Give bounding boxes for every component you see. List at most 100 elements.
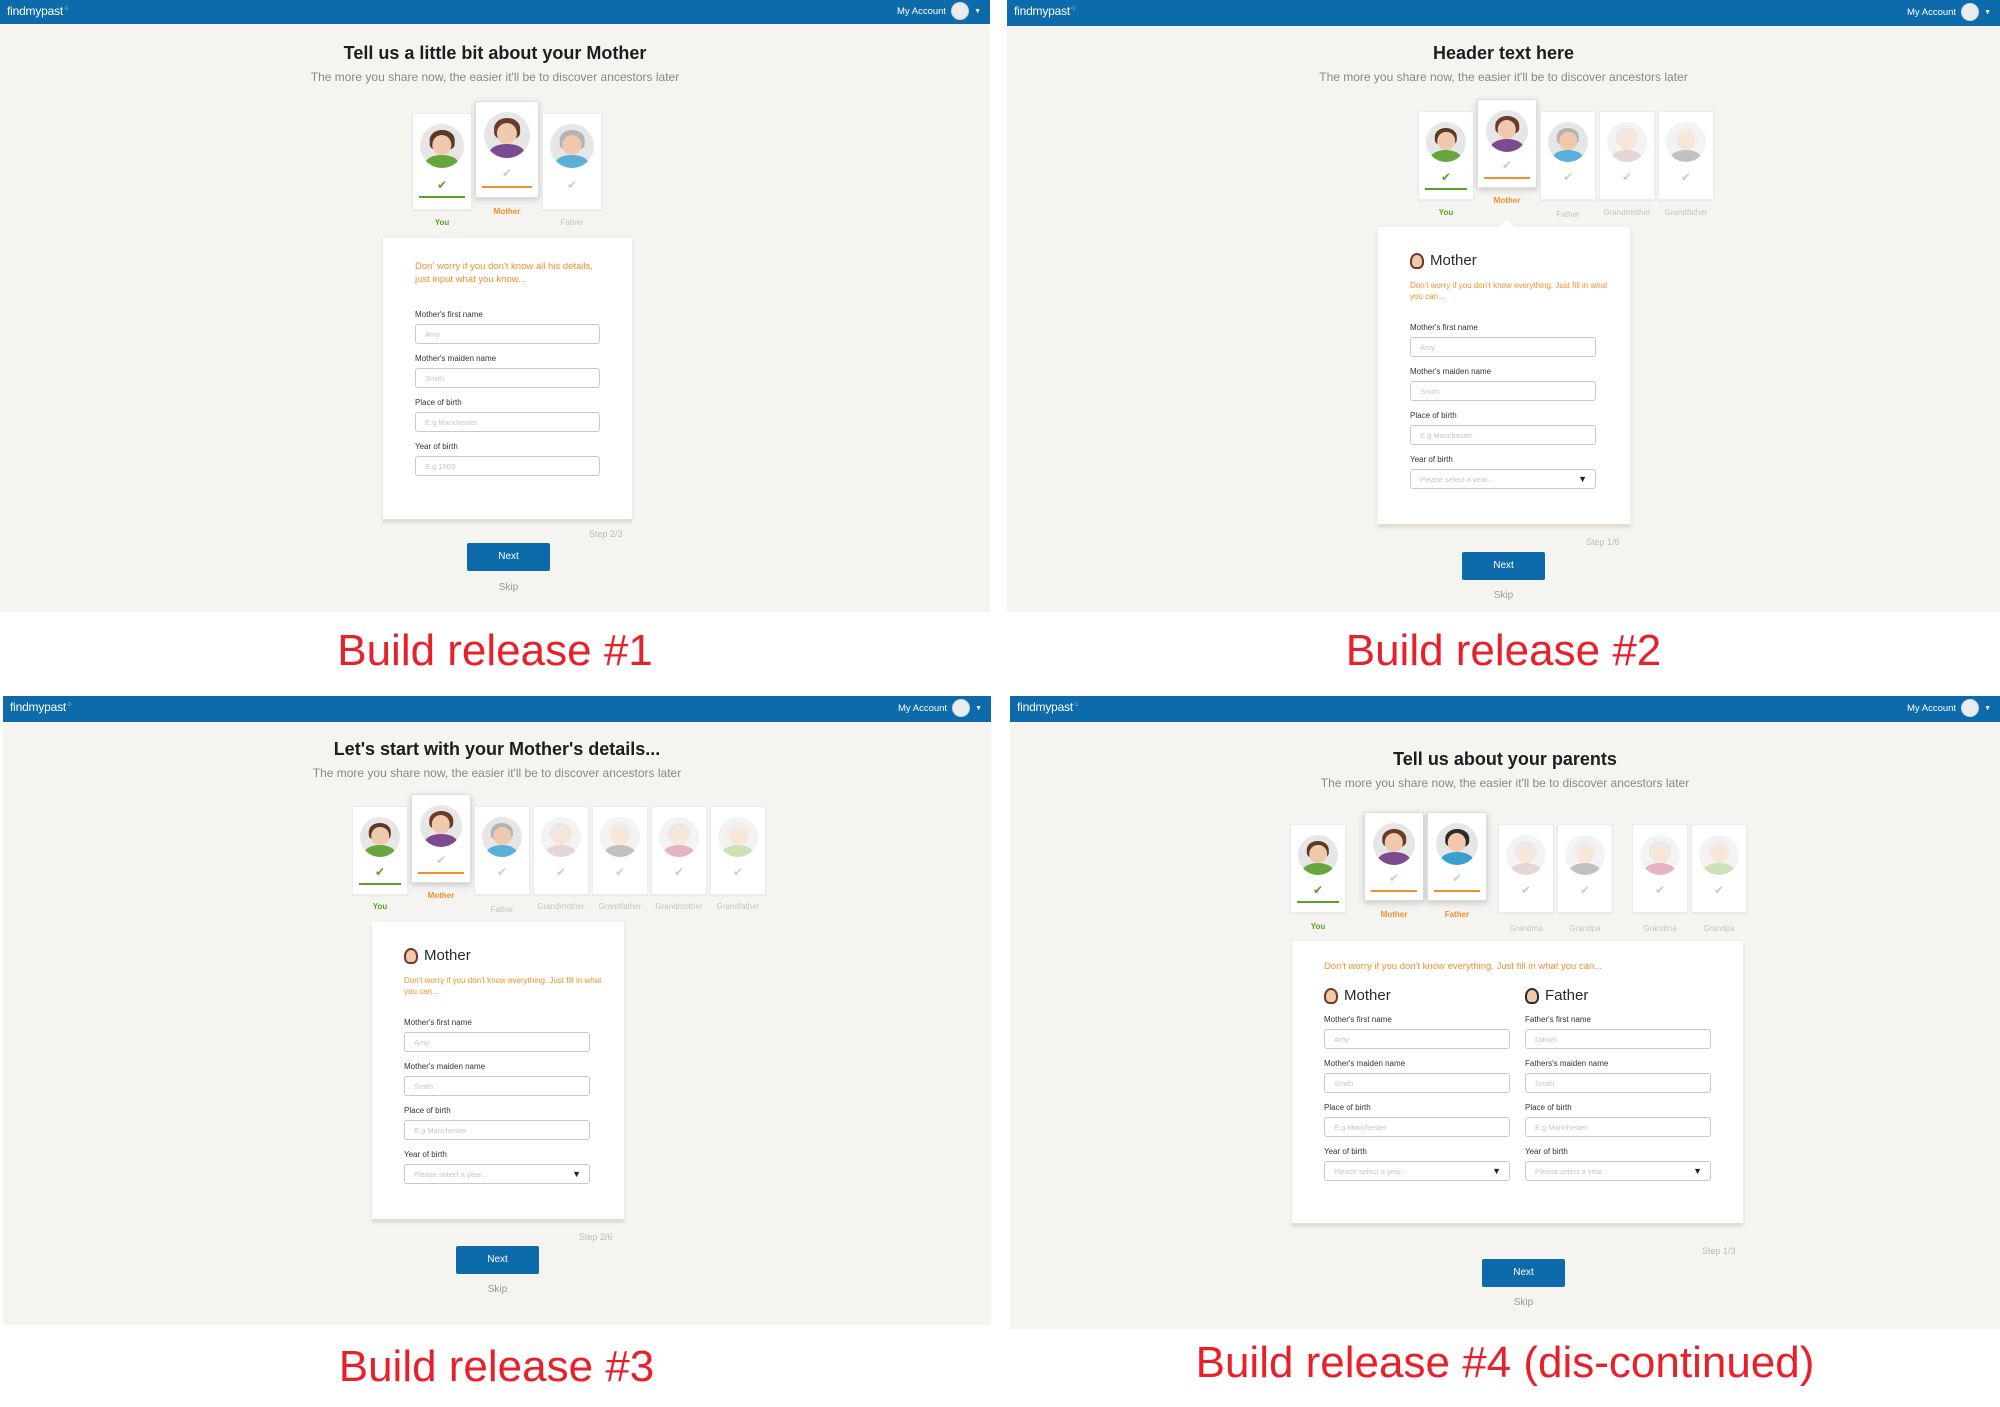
member-label-you: You bbox=[372, 902, 388, 911]
mother-first-name-input[interactable]: Amy bbox=[1410, 337, 1596, 357]
field-label: Mother's first name bbox=[415, 310, 483, 319]
family-card-you[interactable]: ✔ bbox=[1290, 824, 1346, 913]
page-subtitle: The more you share now, the easier it'll… bbox=[312, 766, 682, 780]
next-button[interactable]: Next bbox=[456, 1246, 539, 1274]
family-card-grandpa[interactable]: ✔ bbox=[1557, 824, 1613, 913]
check-icon: ✔ bbox=[673, 865, 685, 879]
mother-avatar-icon bbox=[484, 112, 530, 158]
mother-maiden-name-input[interactable]: Smith bbox=[415, 368, 600, 388]
father-place-of-birth-input[interactable]: E.g Manchester bbox=[1525, 1117, 1711, 1137]
page-subtitle: The more you share now, the easier it'll… bbox=[310, 70, 680, 84]
check-icon: ✔ bbox=[614, 865, 626, 879]
year-of-birth-select[interactable]: Please select a year... ▼ bbox=[1410, 469, 1596, 489]
next-button[interactable]: Next bbox=[467, 543, 550, 571]
dropdown-arrow-icon: ▼ bbox=[572, 1169, 581, 1179]
mother-first-name-input[interactable]: Amy bbox=[1324, 1029, 1510, 1049]
father-year-of-birth-select[interactable]: Please select a year... ▼ bbox=[1525, 1161, 1711, 1181]
family-card-father[interactable]: ✔ bbox=[1427, 812, 1487, 901]
mother-form-heading: Mother bbox=[1324, 987, 1391, 1004]
family-card-grandmother[interactable]: ✔ bbox=[1599, 111, 1655, 200]
grandmother-avatar-icon bbox=[1607, 122, 1647, 162]
avatar-icon bbox=[952, 699, 971, 717]
family-card-father[interactable]: ✔ bbox=[1540, 111, 1596, 200]
next-button[interactable]: Next bbox=[1462, 552, 1545, 580]
father-avatar-icon bbox=[1548, 122, 1588, 162]
family-card-father[interactable]: ✔ bbox=[542, 113, 602, 210]
family-card-grandmother[interactable]: ✔ bbox=[533, 806, 589, 895]
my-account-menu[interactable]: My Account ▼ bbox=[1907, 3, 1991, 21]
skip-link[interactable]: Skip bbox=[1482, 1297, 1565, 1308]
skip-link[interactable]: Skip bbox=[1462, 590, 1545, 601]
family-card-grandmother-2[interactable]: ✔ bbox=[651, 806, 707, 895]
findmypast-logo[interactable]: findmypast⁘ bbox=[1017, 700, 1080, 714]
mother-icon bbox=[404, 947, 418, 964]
findmypast-logo[interactable]: findmypast⁘ bbox=[1014, 4, 1077, 18]
mother-maiden-name-input[interactable]: Smith bbox=[1410, 381, 1596, 401]
field-label: Place of birth bbox=[1525, 1103, 1572, 1112]
member-label-grandma-2: Grandma bbox=[1643, 924, 1677, 933]
chevron-down-icon: ▼ bbox=[1984, 8, 1991, 16]
check-icon: ✔ bbox=[1312, 883, 1324, 897]
family-card-you[interactable]: ✔ bbox=[352, 806, 408, 895]
build-release-3-screen: findmypast⁘ My Account ▼ Let's start with… bbox=[3, 696, 991, 1325]
family-card-grandfather[interactable]: ✔ bbox=[592, 806, 648, 895]
step-indicator: Step 2/6 bbox=[579, 1232, 613, 1242]
dropdown-arrow-icon: ▼ bbox=[1693, 1166, 1702, 1176]
next-button[interactable]: Next bbox=[1482, 1259, 1565, 1287]
family-card-mother[interactable]: ✔ bbox=[1364, 812, 1424, 901]
member-label-grandfather-2: Grandfather bbox=[716, 902, 760, 911]
mother-first-name-input[interactable]: Amy bbox=[404, 1032, 590, 1052]
page-title: Header text here bbox=[1432, 43, 1575, 63]
family-card-grandpa-2[interactable]: ✔ bbox=[1691, 824, 1747, 913]
mother-icon bbox=[1410, 252, 1424, 269]
family-card-mother[interactable]: ✔ bbox=[475, 101, 539, 198]
family-card-grandfather[interactable]: ✔ bbox=[1658, 111, 1714, 200]
caption-build-release-4: Build release #4 (dis-continued) bbox=[1195, 1338, 1815, 1387]
mother-maiden-name-input[interactable]: Smith bbox=[1324, 1073, 1510, 1093]
page-title: Let's start with your Mother's details..… bbox=[333, 739, 661, 759]
family-card-mother[interactable]: ✔ bbox=[411, 794, 471, 883]
findmypast-logo[interactable]: findmypast⁘ bbox=[10, 700, 73, 714]
family-card-grandma[interactable]: ✔ bbox=[1498, 824, 1554, 913]
family-card-you[interactable]: ✔ bbox=[1418, 111, 1474, 200]
family-card-you[interactable]: ✔ bbox=[412, 113, 472, 210]
grandma-avatar-icon bbox=[1506, 835, 1546, 875]
caption-build-release-3: Build release #3 bbox=[338, 1342, 655, 1391]
mother-details-form: Mother Don't worry if you don't know eve… bbox=[372, 922, 624, 1222]
place-of-birth-input[interactable]: E.g Manchester bbox=[415, 412, 600, 432]
place-of-birth-input[interactable]: E.g Manchester bbox=[404, 1120, 590, 1140]
grandmother-avatar-icon bbox=[541, 817, 581, 857]
mother-avatar-icon bbox=[1486, 110, 1528, 152]
father-first-name-input[interactable]: Daniel bbox=[1525, 1029, 1711, 1049]
check-icon: ✔ bbox=[1579, 883, 1591, 897]
skip-link[interactable]: Skip bbox=[467, 582, 550, 593]
skip-link[interactable]: Skip bbox=[456, 1284, 539, 1295]
family-card-grandfather-2[interactable]: ✔ bbox=[710, 806, 766, 895]
mother-place-of-birth-input[interactable]: E.g Manchester bbox=[1324, 1117, 1510, 1137]
family-card-mother[interactable]: ✔ bbox=[1477, 99, 1537, 188]
grandma-avatar-icon bbox=[1640, 835, 1680, 875]
mother-maiden-name-input[interactable]: Smith bbox=[404, 1076, 590, 1096]
form-heading: Mother bbox=[404, 947, 471, 964]
my-account-menu[interactable]: My Account ▼ bbox=[897, 2, 981, 20]
family-card-grandma-2[interactable]: ✔ bbox=[1632, 824, 1688, 913]
mother-avatar-icon bbox=[420, 805, 462, 847]
place-of-birth-input[interactable]: E.g Manchester bbox=[1410, 425, 1596, 445]
year-of-birth-select[interactable]: Please select a year... ▼ bbox=[404, 1164, 590, 1184]
mother-year-of-birth-select[interactable]: Please select a year... ▼ bbox=[1324, 1161, 1510, 1181]
mother-first-name-input[interactable]: Amy bbox=[415, 324, 600, 344]
year-of-birth-input[interactable]: E.g 1969 bbox=[415, 456, 600, 476]
my-account-menu[interactable]: My Account ▼ bbox=[898, 699, 982, 717]
build-release-2-screen: findmypast⁘ My Account ▼ Header text here… bbox=[1007, 0, 2000, 612]
check-icon: ✔ bbox=[1440, 170, 1452, 184]
check-icon: ✔ bbox=[374, 865, 386, 879]
field-label: Place of birth bbox=[415, 398, 462, 407]
father-maiden-name-input[interactable]: Smith bbox=[1525, 1073, 1711, 1093]
my-account-menu[interactable]: My Account ▼ bbox=[1907, 699, 1991, 717]
grandfather-avatar-icon bbox=[600, 817, 640, 857]
member-label-grandmother-2: Grandmother bbox=[655, 902, 703, 911]
findmypast-logo[interactable]: findmypast⁘ bbox=[7, 4, 70, 18]
build-release-4-screen: findmypast⁘ My Account ▼ Tell us about yo… bbox=[1010, 696, 2000, 1329]
family-card-father[interactable]: ✔ bbox=[474, 806, 530, 895]
field-label: Mother's maiden name bbox=[415, 354, 497, 363]
